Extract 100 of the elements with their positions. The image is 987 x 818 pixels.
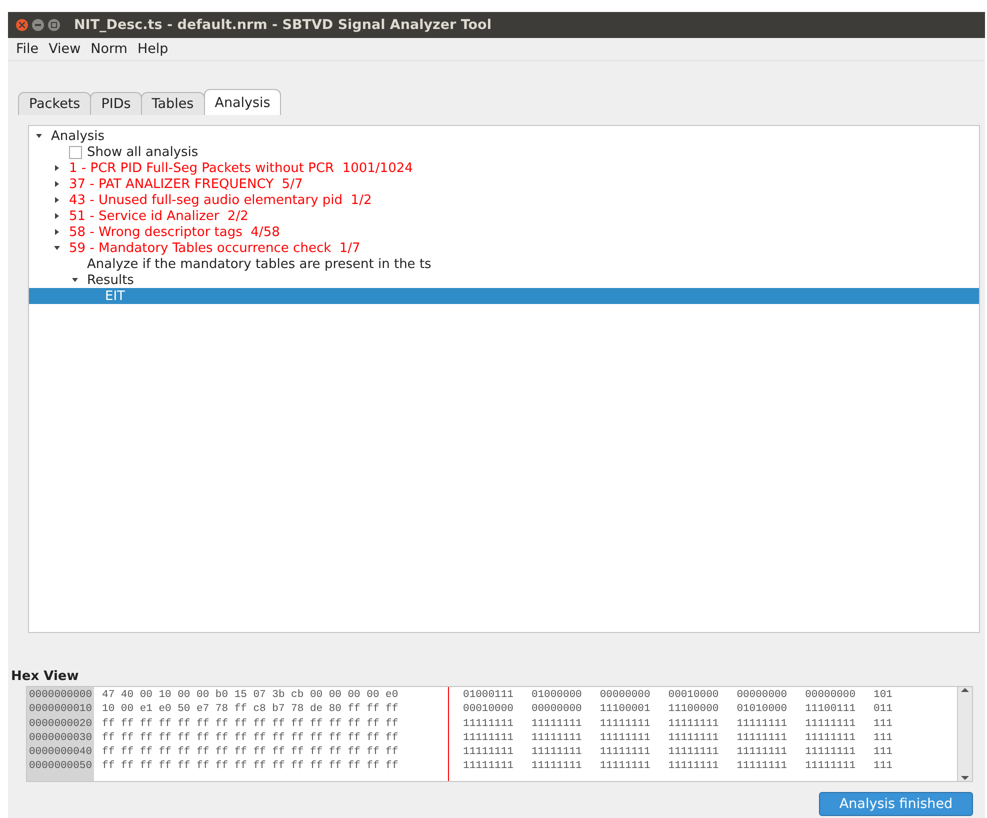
binary-byte: 11111111 — [668, 759, 719, 774]
analysis-result-label: 37 - PAT ANALIZER FREQUENCY 5/7 — [69, 176, 303, 192]
address-cell: 0000000020 — [29, 716, 92, 731]
binary-byte: 111 — [874, 759, 892, 774]
tree-row[interactable]: 51 - Service id Analizer 2/2 — [29, 208, 979, 224]
menu-item[interactable]: Help — [133, 41, 172, 57]
binary-byte: 00000000 — [805, 688, 856, 702]
binary-byte: 11111111 — [463, 745, 514, 760]
window-title: NIT_Desc.ts - default.nrm - SBTVD Signal Analyzer Tool — [74, 17, 492, 33]
binary-byte: 101 — [874, 688, 892, 702]
binary-byte: 11111111 — [463, 730, 514, 746]
binary-byte: 01010000 — [736, 702, 788, 717]
tab[interactable]: PIDs — [90, 92, 142, 115]
binary-byte: 11111111 — [600, 745, 650, 760]
collapse-arrow-icon[interactable] — [53, 180, 61, 188]
collapse-arrow-icon[interactable] — [53, 212, 61, 220]
scroll-down-icon[interactable] — [961, 775, 969, 781]
collapse-arrow-icon[interactable] — [53, 196, 61, 204]
binary-byte: 011 — [874, 702, 892, 717]
checkbox-label: Show all analysis — [87, 144, 198, 160]
tab[interactable]: Tables — [140, 92, 205, 115]
binary-byte: 11111111 — [600, 716, 650, 731]
binary-byte: 11111111 — [463, 716, 514, 731]
binary-byte: 11100111 — [805, 702, 856, 717]
binary-byte: 11111111 — [736, 759, 788, 774]
binary-byte: 11111111 — [600, 730, 650, 746]
binary-byte: 111 — [874, 716, 892, 731]
menu-item[interactable]: View — [44, 41, 85, 57]
menu-item[interactable]: Norm — [86, 41, 132, 57]
analysis-result-label: 1 - PCR PID Full-Seg Packets without PCR 1001/1024 — [69, 160, 413, 176]
hex-bytes: ff ff ff ff ff ff ff ff ff ff ff ff ff ff ff ff — [102, 759, 400, 774]
analysis-result-label: 59 - Mandatory Tables occurrence check 1/7 — [69, 240, 360, 256]
binary-byte: 111 — [874, 730, 892, 746]
checkbox[interactable] — [69, 146, 82, 158]
binary-byte: 11111111 — [531, 730, 582, 746]
tab[interactable]: Packets — [18, 92, 92, 115]
hex-bytes: ff ff ff ff ff ff ff ff ff ff ff ff ff ff ff ff — [102, 716, 400, 731]
binary-byte: 11111111 — [805, 745, 856, 760]
binary-byte: 11111111 — [668, 730, 719, 746]
maximize-icon[interactable] — [48, 19, 60, 31]
collapse-arrow-icon[interactable] — [53, 228, 61, 236]
analysis-result-label: 58 - Wrong descriptor tags 4/58 — [69, 224, 280, 240]
tab[interactable]: Analysis — [204, 89, 282, 115]
tree-row[interactable]: 58 - Wrong descriptor tags 4/58 — [29, 224, 979, 240]
binary-byte: 00000000 — [600, 688, 650, 702]
scrollbar[interactable] — [957, 687, 972, 781]
collapse-arrow-icon[interactable] — [53, 164, 61, 172]
tree-row[interactable]: 43 - Unused full-seg audio elementary pid 1/2 — [29, 192, 979, 208]
binary-byte: 11111111 — [668, 745, 719, 760]
binary-byte: 11100000 — [668, 702, 719, 717]
binary-byte: 11111111 — [736, 716, 788, 731]
binary-byte: 11111111 — [736, 730, 788, 746]
binary-byte: 00000000 — [736, 688, 788, 702]
tree-row[interactable]: Analyze if the mandatory tables are present in the ts — [29, 256, 979, 272]
tree-row[interactable]: 37 - PAT ANALIZER FREQUENCY 5/7 — [29, 176, 979, 192]
scroll-up-icon[interactable] — [961, 687, 969, 693]
binary-byte: 11111111 — [805, 759, 856, 774]
tree-item-label: Results — [87, 272, 134, 288]
hex-view-title: Hex View — [11, 669, 80, 684]
binary-byte: 11111111 — [531, 759, 582, 774]
hex-bytes: 47 40 00 10 00 00 b0 15 07 3b cb 00 00 00 00 e0 — [102, 688, 400, 702]
minimize-icon[interactable] — [32, 19, 44, 31]
binary-byte: 11111111 — [463, 759, 514, 774]
expand-arrow-icon[interactable] — [35, 132, 43, 140]
binary-byte: 01000000 — [531, 688, 582, 702]
binary-byte: 00000000 — [531, 702, 582, 717]
binary-byte: 01000111 — [463, 688, 514, 702]
binary-byte: 11111111 — [805, 730, 856, 746]
tree-row[interactable]: Analysis — [29, 128, 979, 144]
close-icon[interactable] — [16, 19, 28, 31]
binary-byte: 11111111 — [531, 716, 582, 731]
binary-byte: 00010000 — [463, 702, 514, 717]
expand-arrow-icon[interactable] — [71, 276, 79, 284]
tree-row[interactable]: 59 - Mandatory Tables occurrence check 1/7 — [29, 240, 979, 256]
binary-byte: 11111111 — [600, 759, 650, 774]
tree-row[interactable]: EIT — [29, 288, 979, 304]
binary-byte: 11111111 — [668, 716, 719, 731]
tree-item-label: Analysis — [51, 128, 105, 144]
address-cell: 0000000030 — [29, 730, 92, 746]
binary-byte: 00010000 — [668, 688, 719, 702]
tree-item-label: EIT — [105, 288, 125, 304]
expand-arrow-icon[interactable] — [53, 244, 61, 252]
analysis-result-label: 43 - Unused full-seg audio elementary pid 1/2 — [69, 192, 372, 208]
menu-item[interactable]: File — [12, 41, 43, 57]
analysis-result-label: 51 - Service id Analizer 2/2 — [69, 208, 248, 224]
binary-byte: 11111111 — [805, 716, 856, 731]
hex-bytes: 10 00 e1 e0 50 e7 78 ff c8 b7 78 de 80 ff ff ff — [102, 702, 400, 717]
binary-byte: 11100001 — [600, 702, 650, 717]
address-cell: 0000000040 — [29, 745, 92, 760]
hex-bytes: ff ff ff ff ff ff ff ff ff ff ff ff ff ff ff ff — [102, 745, 400, 760]
address-cell: 0000000000 — [29, 688, 92, 702]
binary-byte: 11111111 — [736, 745, 788, 760]
hex-bytes: ff ff ff ff ff ff ff ff ff ff ff ff ff ff ff ff — [102, 730, 400, 746]
binary-byte: 111 — [874, 745, 892, 760]
address-cell: 0000000010 — [29, 702, 92, 717]
binary-byte: 11111111 — [531, 745, 582, 760]
address-cell: 0000000050 — [29, 759, 92, 774]
tree-row[interactable]: 1 - PCR PID Full-Seg Packets without PCR 1001/1024 — [29, 160, 979, 176]
tree-row[interactable]: Results — [29, 272, 979, 288]
tree-item-label: Analyze if the mandatory tables are present in the ts — [87, 256, 432, 272]
